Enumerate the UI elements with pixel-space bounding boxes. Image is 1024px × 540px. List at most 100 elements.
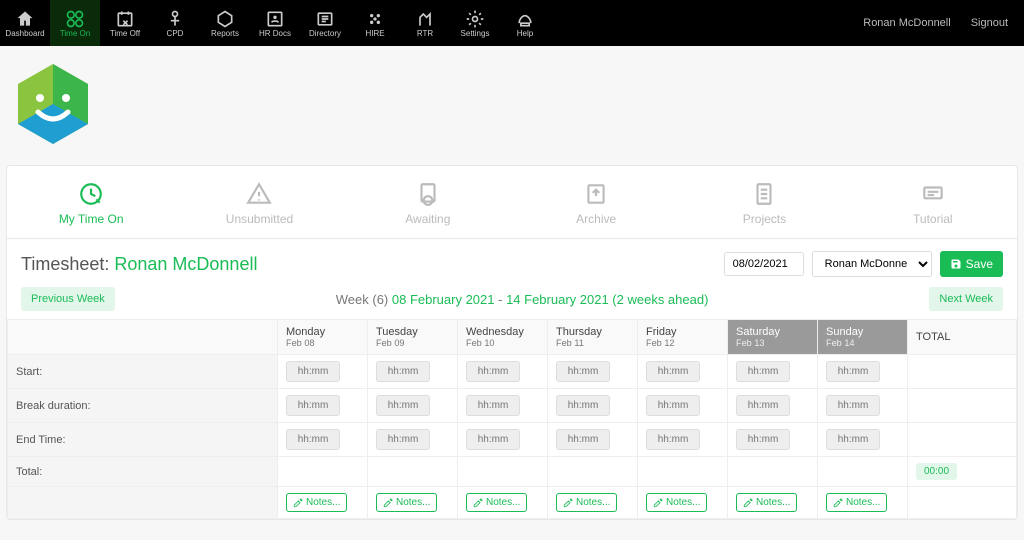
tab-archive[interactable]: Archive: [512, 166, 680, 238]
time-input[interactable]: [286, 429, 340, 450]
time-input[interactable]: [556, 361, 610, 382]
signout-link[interactable]: Signout: [971, 17, 1008, 29]
notes-button[interactable]: Notes...: [376, 493, 437, 512]
edit-icon: [653, 498, 663, 508]
edit-icon: [743, 498, 753, 508]
app-logo: [18, 64, 88, 144]
time-input[interactable]: [376, 361, 430, 382]
save-button[interactable]: Save: [940, 251, 1003, 277]
page-title: Timesheet: Ronan McDonnell: [21, 254, 257, 275]
table-row: Start:: [8, 355, 1017, 389]
notes-row: Notes... Notes... Notes... Notes... Notes...…: [8, 487, 1017, 519]
date-input[interactable]: [724, 252, 804, 276]
logo-area: [0, 46, 1024, 157]
nav-user-link[interactable]: Ronan McDonnell: [863, 17, 950, 29]
tab-projects[interactable]: Projects: [680, 166, 848, 238]
next-week-button[interactable]: Next Week: [929, 287, 1003, 311]
time-input[interactable]: [736, 429, 790, 450]
tab-my-time-on[interactable]: My Time On: [7, 166, 175, 238]
total-cell: [368, 457, 458, 487]
time-input[interactable]: [736, 361, 790, 382]
nav-cpd[interactable]: CPD: [150, 0, 200, 46]
user-select[interactable]: Ronan McDonnell: [812, 251, 932, 277]
total-cell: [458, 457, 548, 487]
notes-button[interactable]: Notes...: [736, 493, 797, 512]
edit-icon: [383, 498, 393, 508]
row-label: Total:: [8, 457, 278, 487]
edit-icon: [293, 498, 303, 508]
nav-hire[interactable]: HIRE: [350, 0, 400, 46]
row-label: End Time:: [8, 423, 278, 457]
nav-reports[interactable]: Reports: [200, 0, 250, 46]
nav-dashboard[interactable]: Dashboard: [0, 0, 50, 46]
previous-week-button[interactable]: Previous Week: [21, 287, 115, 311]
notes-button[interactable]: Notes...: [826, 493, 887, 512]
timeoff-icon: [115, 9, 135, 29]
notes-button[interactable]: Notes...: [466, 493, 527, 512]
time-input[interactable]: [646, 429, 700, 450]
tabs: My Time OnUnsubmittedAwaitingArchiveProj…: [7, 166, 1017, 239]
time-input[interactable]: [376, 429, 430, 450]
timeon-icon: [65, 9, 85, 29]
time-input[interactable]: [826, 361, 880, 382]
nav-hr-docs[interactable]: HR Docs: [250, 0, 300, 46]
time-input[interactable]: [826, 395, 880, 416]
tab-tutorial[interactable]: Tutorial: [849, 166, 1017, 238]
time-input[interactable]: [736, 395, 790, 416]
hire-icon: [365, 9, 385, 29]
time-input[interactable]: [466, 429, 520, 450]
timesheet-table: MondayFeb 08TuesdayFeb 09WednesdayFeb 10…: [7, 319, 1017, 519]
help-icon: [515, 9, 535, 29]
edit-icon: [473, 498, 483, 508]
projects-icon: [680, 182, 848, 206]
tab-unsubmitted[interactable]: Unsubmitted: [175, 166, 343, 238]
reports-icon: [215, 9, 235, 29]
nav-time-on[interactable]: Time On: [50, 0, 100, 46]
time-input[interactable]: [556, 395, 610, 416]
top-nav: DashboardTime OnTime OffCPDReportsHR Doc…: [0, 0, 1024, 46]
edit-icon: [563, 498, 573, 508]
nav-help[interactable]: Help: [500, 0, 550, 46]
col-wednesday: WednesdayFeb 10: [458, 320, 548, 355]
tab-awaiting[interactable]: Awaiting: [344, 166, 512, 238]
time-input[interactable]: [646, 395, 700, 416]
total-cell: [818, 457, 908, 487]
week-nav: Previous Week Week (6) 08 February 2021 …: [7, 287, 1017, 319]
cpd-icon: [165, 9, 185, 29]
notes-button[interactable]: Notes...: [646, 493, 707, 512]
time-input[interactable]: [466, 395, 520, 416]
total-cell: [548, 457, 638, 487]
time-input[interactable]: [556, 429, 610, 450]
week-label: Week (6) 08 February 2021 - 14 February …: [115, 292, 930, 307]
time-input[interactable]: [646, 361, 700, 382]
col-thursday: ThursdayFeb 11: [548, 320, 638, 355]
nav-rtr[interactable]: RTR: [400, 0, 450, 46]
main-panel: My Time OnUnsubmittedAwaitingArchiveProj…: [6, 165, 1018, 520]
time-input[interactable]: [376, 395, 430, 416]
time-input[interactable]: [826, 429, 880, 450]
nav-directory[interactable]: Directory: [300, 0, 350, 46]
time-input[interactable]: [466, 361, 520, 382]
col-sunday: SundayFeb 14: [818, 320, 908, 355]
col-saturday: SaturdayFeb 13: [728, 320, 818, 355]
save-icon: [950, 258, 962, 270]
time-input[interactable]: [286, 361, 340, 382]
col-blank: [8, 320, 278, 355]
home-icon: [15, 9, 35, 29]
directory-icon: [315, 9, 335, 29]
hrdocs-icon: [265, 9, 285, 29]
notes-button[interactable]: Notes...: [286, 493, 347, 512]
col-tuesday: TuesdayFeb 09: [368, 320, 458, 355]
nav-time-off[interactable]: Time Off: [100, 0, 150, 46]
sheet-header: Timesheet: Ronan McDonnell Ronan McDonne…: [7, 239, 1017, 287]
row-label: Start:: [8, 355, 278, 389]
time-input[interactable]: [286, 395, 340, 416]
clock-icon: [7, 182, 175, 206]
nav-settings[interactable]: Settings: [450, 0, 500, 46]
row-label: Break duration:: [8, 389, 278, 423]
table-row: Total:00:00: [8, 457, 1017, 487]
total-cell: [278, 457, 368, 487]
notes-button[interactable]: Notes...: [556, 493, 617, 512]
warn-icon: [175, 182, 343, 206]
total-cell: [728, 457, 818, 487]
